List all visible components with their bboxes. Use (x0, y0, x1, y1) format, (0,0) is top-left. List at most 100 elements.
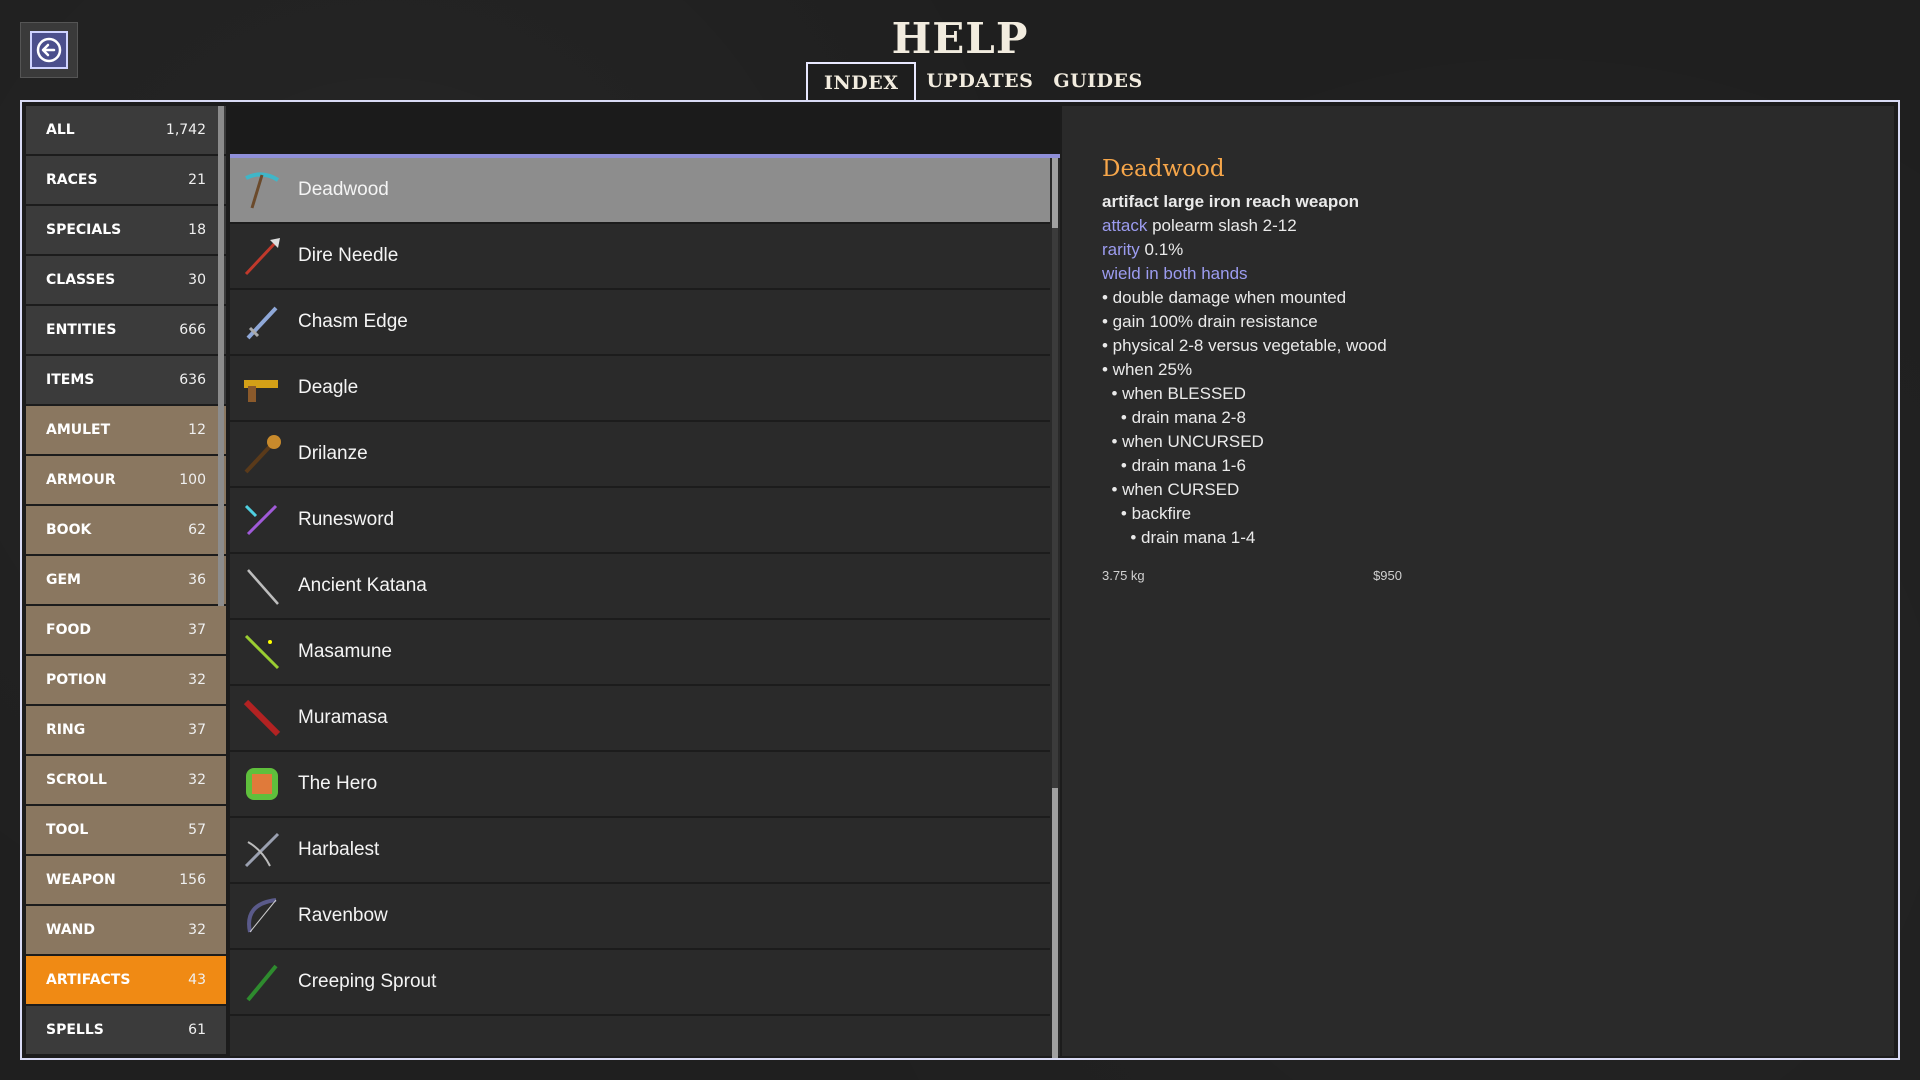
category-label: ARTIFACTS (46, 972, 131, 988)
help-panel: ALL 1,742 RACES 21 SPECIALS 18 CLASSES 30 ENTITI… (20, 100, 1900, 1060)
category-count: 62 (188, 522, 206, 538)
category-label: RACES (46, 172, 98, 188)
item-list: Deadwood Dire Needle Chasm Edge Deagle Drila… (230, 158, 1060, 1016)
category-count: 18 (188, 222, 206, 238)
page-title: HELP (891, 14, 1029, 63)
category-label: WEAPON (46, 872, 116, 888)
cursed-blade-icon (240, 696, 284, 740)
list-item[interactable]: Ravenbow (230, 884, 1050, 950)
category-count: 21 (188, 172, 206, 188)
list-item[interactable]: Ancient Katana (230, 554, 1050, 620)
category-label: TOOL (46, 822, 89, 838)
category-count: 30 (188, 272, 206, 288)
category-food[interactable]: FOOD 37 (26, 606, 226, 654)
item-name: The Hero (298, 773, 378, 794)
item-name: Creeping Sprout (298, 971, 437, 992)
item-name: Masamune (298, 641, 392, 662)
list-scrollbar[interactable] (1052, 158, 1058, 1058)
category-wand[interactable]: WAND 32 (26, 906, 226, 954)
tab-index[interactable]: INDEX (806, 62, 917, 104)
category-count: 32 (188, 772, 206, 788)
category-count: 100 (179, 472, 206, 488)
category-spells[interactable]: SPELLS 61 (26, 1006, 226, 1054)
category-label: FOOD (46, 622, 91, 638)
list-item[interactable]: Deadwood (230, 158, 1050, 224)
category-weapon[interactable]: WEAPON 156 (26, 856, 226, 904)
list-item[interactable]: The Hero (230, 752, 1050, 818)
category-scroll[interactable]: SCROLL 32 (26, 756, 226, 804)
category-label: WAND (46, 922, 95, 938)
detail-footer: 3.75 kg $950 (1102, 568, 1402, 583)
category-sidebar: ALL 1,742 RACES 21 SPECIALS 18 CLASSES 30 ENTITI… (26, 106, 226, 1056)
detail-effects: • double damage when mounted • gain 100% … (1102, 286, 1402, 550)
effect-line: • drain mana 1-6 (1102, 456, 1246, 475)
spear-icon (240, 234, 284, 278)
category-count: 1,742 (165, 122, 206, 138)
category-entities[interactable]: ENTITIES 666 (26, 306, 226, 354)
detail-title: Deadwood (1102, 156, 1225, 182)
effect-line: • physical 2-8 versus vegetable, wood (1102, 336, 1387, 355)
category-ring[interactable]: RING 37 (26, 706, 226, 754)
category-races[interactable]: RACES 21 (26, 156, 226, 204)
detail-wield: wield in both hands (1102, 264, 1248, 283)
category-label: ENTITIES (46, 322, 117, 338)
effect-line: • drain mana 2-8 (1102, 408, 1246, 427)
item-name: Deadwood (298, 179, 389, 200)
list-item[interactable]: Runesword (230, 488, 1050, 554)
category-label: ALL (46, 122, 75, 138)
effect-line: • drain mana 1-4 (1102, 528, 1256, 547)
list-item[interactable]: Chasm Edge (230, 290, 1050, 356)
shield-icon (240, 762, 284, 806)
category-specials[interactable]: SPECIALS 18 (26, 206, 226, 254)
category-count: 37 (188, 722, 206, 738)
category-count: 36 (188, 572, 206, 588)
item-name: Harbalest (298, 839, 380, 860)
category-items[interactable]: ITEMS 636 (26, 356, 226, 404)
list-item[interactable]: Dire Needle (230, 224, 1050, 290)
item-detail: Deadwood artifact large iron reach weapo… (1102, 156, 1402, 583)
category-label: ITEMS (46, 372, 95, 388)
list-item[interactable]: Harbalest (230, 818, 1050, 884)
category-potion[interactable]: POTION 32 (26, 656, 226, 704)
effect-line: • when UNCURSED (1102, 432, 1264, 451)
list-item[interactable]: Masamune (230, 620, 1050, 686)
category-all[interactable]: ALL 1,742 (26, 106, 226, 154)
effect-line: • double damage when mounted (1102, 288, 1347, 307)
category-classes[interactable]: CLASSES 30 (26, 256, 226, 304)
tab-updates[interactable]: UPDATES (916, 62, 1043, 102)
category-label: AMULET (46, 422, 111, 438)
list-item[interactable]: Muramasa (230, 686, 1050, 752)
item-list-panel: Deadwood Dire Needle Chasm Edge Deagle Drila… (230, 106, 1060, 1058)
category-count: 666 (179, 322, 206, 338)
list-item[interactable]: Drilanze (230, 422, 1050, 488)
category-book[interactable]: BOOK 62 (26, 506, 226, 554)
item-name: Dire Needle (298, 245, 399, 266)
sidebar-scrollbar[interactable] (218, 106, 224, 606)
category-count: 636 (179, 372, 206, 388)
category-artifacts[interactable]: ARTIFACTS 43 (26, 956, 226, 1004)
scrollbar-thumb[interactable] (1052, 158, 1058, 228)
pistol-icon (240, 366, 284, 410)
category-count: 12 (188, 422, 206, 438)
category-count: 61 (188, 1022, 206, 1038)
bow-icon (240, 894, 284, 938)
item-name: Drilanze (298, 443, 368, 464)
category-gem[interactable]: GEM 36 (26, 556, 226, 604)
staff-icon (240, 960, 284, 1004)
category-label: ARMOUR (46, 472, 116, 488)
list-item[interactable]: Creeping Sprout (230, 950, 1050, 1016)
rarity-value: 0.1% (1144, 240, 1184, 259)
attack-value: polearm slash 2-12 (1152, 216, 1297, 235)
category-label: SCROLL (46, 772, 107, 788)
tab-bar: INDEX UPDATES GUIDES (806, 62, 1153, 104)
pickaxe-icon (240, 168, 284, 212)
lance-icon (240, 432, 284, 476)
item-name: Ravenbow (298, 905, 388, 926)
list-item[interactable]: Deagle (230, 356, 1050, 422)
category-armour[interactable]: ARMOUR 100 (26, 456, 226, 504)
category-count: 37 (188, 622, 206, 638)
tab-guides[interactable]: GUIDES (1043, 62, 1152, 102)
detail-rarity: rarity 0.1% (1102, 238, 1402, 262)
category-amulet[interactable]: AMULET 12 (26, 406, 226, 454)
category-tool[interactable]: TOOL 57 (26, 806, 226, 854)
